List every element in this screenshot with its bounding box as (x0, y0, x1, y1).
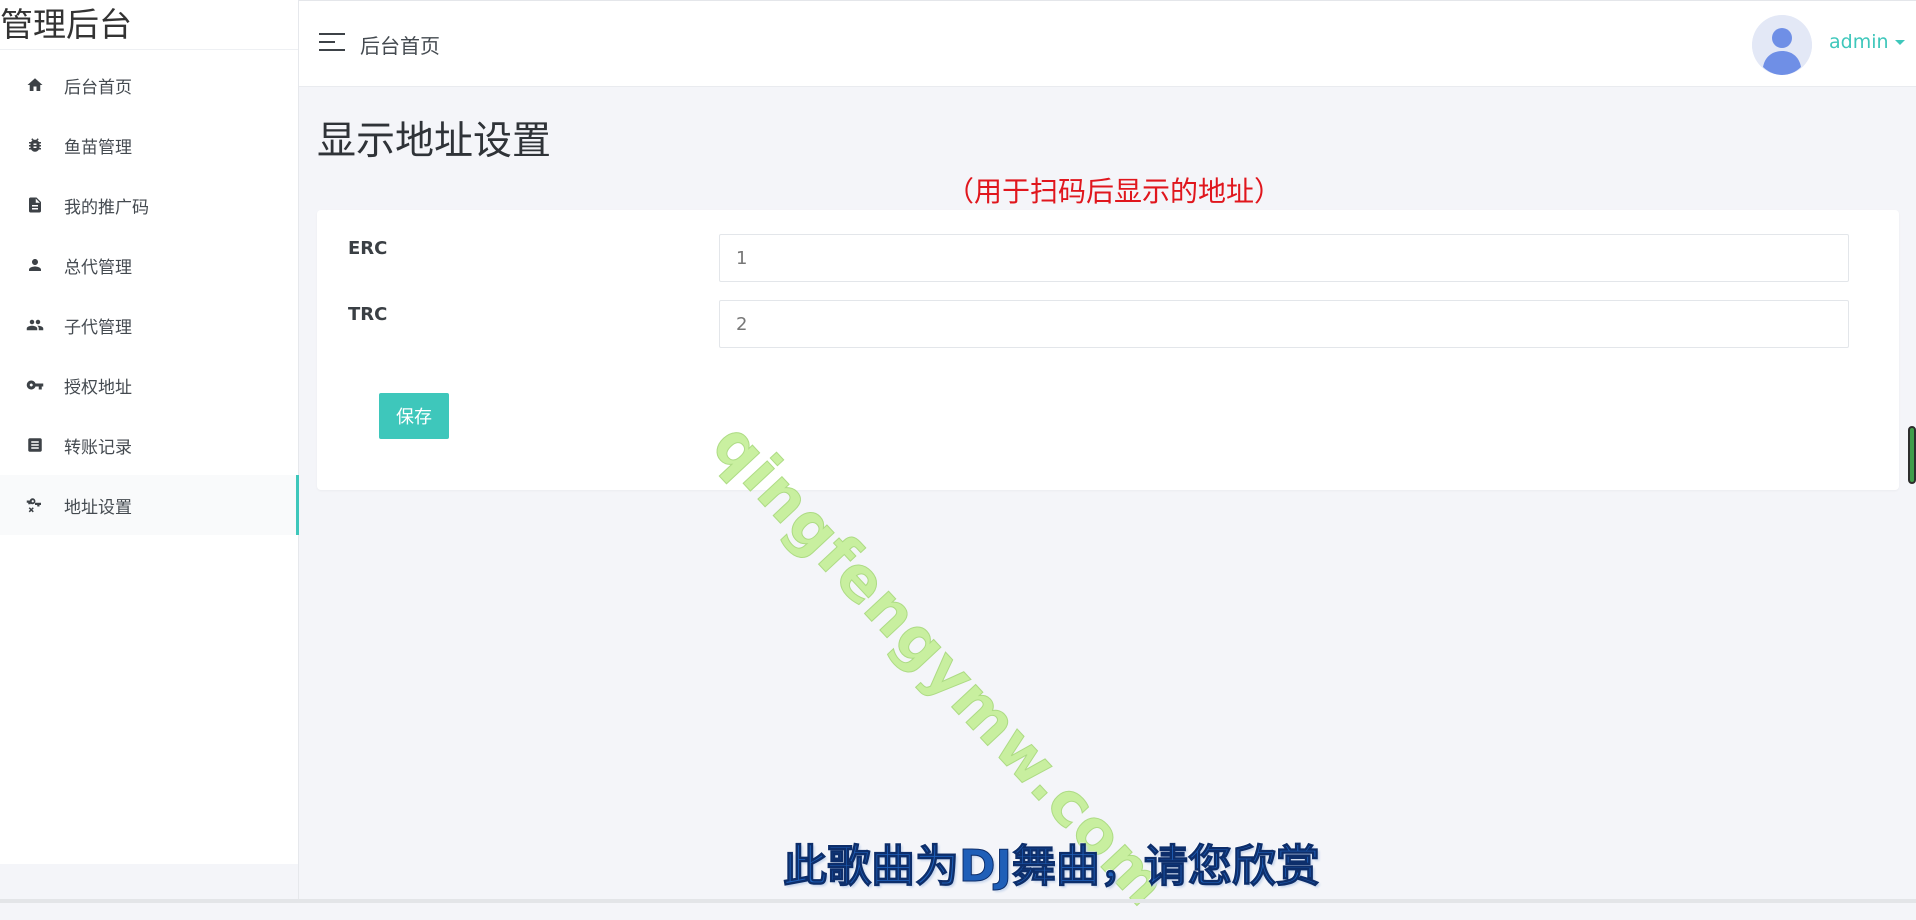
page-title: 显示地址设置 (317, 119, 552, 164)
home-icon (26, 76, 44, 94)
save-button[interactable]: 保存 (379, 393, 449, 439)
sidebar-item-agents[interactable]: 总代管理 (0, 235, 298, 295)
top-bar: 后台首页 admin (299, 0, 1916, 87)
sidebar-item-fry[interactable]: 鱼苗管理 (0, 115, 298, 175)
sidebar-item-label: 转账记录 (64, 437, 132, 458)
sidebar-item-label: 总代管理 (64, 257, 132, 278)
note-icon (26, 436, 44, 454)
trc-label: TRC (348, 304, 388, 325)
sidebar-item-label: 鱼苗管理 (64, 137, 132, 158)
user-name: admin (1829, 31, 1889, 53)
key-off-icon (26, 496, 44, 514)
erc-input[interactable] (719, 234, 1849, 282)
menu-toggle-icon[interactable] (319, 33, 345, 53)
document-icon (26, 196, 44, 214)
notice-text: （用于扫码后显示的地址） (946, 175, 1283, 208)
sidebar-item-label: 授权地址 (64, 377, 132, 398)
sidebar-item-auth-address[interactable]: 授权地址 (0, 355, 298, 415)
sidebar-item-label: 后台首页 (64, 77, 132, 98)
sidebar-item-promo-code[interactable]: 我的推广码 (0, 175, 298, 235)
sidebar-item-label: 地址设置 (64, 497, 132, 518)
sidebar-item-home[interactable]: 后台首页 (0, 55, 298, 115)
settings-form: ERC TRC 保存 (317, 210, 1899, 490)
sidebar-item-label: 子代管理 (64, 317, 132, 338)
erc-label: ERC (348, 238, 388, 259)
user-avatar-icon (1752, 15, 1812, 75)
video-subtitle: 此歌曲为DJ舞曲，请您欣赏 (783, 841, 1321, 893)
user-menu[interactable]: admin (1829, 31, 1905, 53)
sidebar-item-sub-agents[interactable]: 子代管理 (0, 295, 298, 355)
scrollbar-thumb[interactable] (1908, 426, 1916, 484)
sidebar-item-address-settings[interactable]: 地址设置 (0, 475, 299, 535)
breadcrumb[interactable]: 后台首页 (360, 30, 440, 59)
bottom-divider (0, 899, 1916, 903)
sidebar-footer (0, 864, 299, 903)
caret-down-icon (1894, 40, 1905, 45)
sidebar-item-transfer-records[interactable]: 转账记录 (0, 415, 298, 475)
trc-input[interactable] (719, 300, 1849, 348)
sidebar-nav: 后台首页 鱼苗管理 我的推广码 总代管理 子代管理 授权地址 转账记录 地址设置 (0, 55, 299, 535)
sidebar: 管理后台 后台首页 鱼苗管理 我的推广码 总代管理 子代管理 授权地址 转账记录… (0, 0, 299, 864)
people-icon (26, 316, 44, 334)
bug-icon (26, 136, 44, 154)
avatar[interactable] (1752, 15, 1812, 75)
key-icon (26, 376, 44, 394)
brand-title: 管理后台 (0, 0, 298, 50)
person-icon (26, 256, 44, 274)
sidebar-item-label: 我的推广码 (64, 197, 149, 218)
